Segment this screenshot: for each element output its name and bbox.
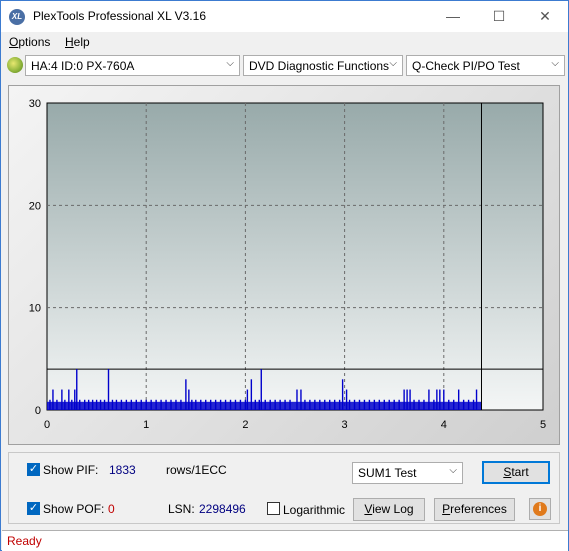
window-title: PlexTools Professional XL V3.16: [33, 9, 206, 23]
menu-help-label: elp: [73, 35, 90, 49]
title-bar: XL PlexTools Professional XL V3.16 — ☐ ✕: [1, 1, 568, 32]
preferences-button[interactable]: Preferences: [434, 498, 515, 521]
x-tick-label: 3: [342, 419, 348, 431]
pif-unit-label: rows/1ECC: [166, 463, 227, 477]
app-window: XL PlexTools Professional XL V3.16 — ☐ ✕…: [0, 0, 569, 551]
menu-options[interactable]: Options: [9, 35, 50, 49]
test-select-value: Q-Check PI/PO Test: [412, 59, 520, 73]
close-button[interactable]: ✕: [522, 1, 568, 32]
pi-po-chart: 0 1 2 3 4 5 0 10 20 30: [29, 98, 546, 431]
menu-help-accel: H: [65, 35, 74, 49]
show-pof-checkbox[interactable]: ✓: [27, 502, 40, 515]
chevron-down-icon: ⌵: [449, 465, 457, 476]
preferences-accel: P: [442, 502, 451, 516]
view-log-label: iew Log: [372, 502, 414, 516]
y-tick-label: 10: [29, 303, 41, 315]
x-tick-label: 4: [441, 419, 447, 431]
info-icon: i: [533, 502, 547, 516]
logarithmic-label: Logarithmic: [283, 503, 346, 517]
minimize-button[interactable]: —: [430, 1, 476, 32]
plot-area: [46, 102, 544, 411]
drive-icon: [7, 57, 23, 73]
status-bar: Ready: [2, 530, 568, 551]
drive-select-value: HA:4 ID:0 PX-760A: [31, 59, 135, 73]
show-pif-label: Show PIF:: [43, 463, 99, 477]
x-tick-label: 1: [143, 419, 149, 431]
menu-options-label: ptions: [18, 35, 51, 49]
y-tick-label: 30: [29, 98, 41, 110]
chevron-down-icon: ⌵: [389, 58, 397, 69]
x-tick-label: 2: [242, 419, 248, 431]
y-tick-label: 0: [35, 405, 41, 417]
y-tick-label: 20: [29, 200, 41, 212]
status-text: Ready: [7, 534, 42, 548]
sum-test-select[interactable]: SUM1 Test ⌵: [352, 462, 463, 484]
view-log-button[interactable]: View Log: [353, 498, 425, 521]
menu-bar: Options Help: [1, 32, 568, 52]
drive-select[interactable]: HA:4 ID:0 PX-760A ⌵: [25, 55, 240, 76]
menu-help[interactable]: Help: [65, 35, 90, 49]
info-button[interactable]: i: [529, 498, 551, 520]
lsn-value: 2298496: [199, 502, 246, 516]
preferences-label: references: [450, 502, 507, 516]
lsn-label: LSN:: [168, 502, 195, 516]
x-tick-label: 0: [44, 419, 50, 431]
pof-value: 0: [108, 502, 115, 516]
sum-test-value: SUM1 Test: [358, 466, 417, 480]
test-select[interactable]: Q-Check PI/PO Test ⌵: [406, 55, 565, 76]
chevron-down-icon: ⌵: [226, 58, 234, 69]
maximize-button[interactable]: ☐: [476, 1, 522, 32]
function-category-select[interactable]: DVD Diagnostic Functions ⌵: [243, 55, 403, 76]
show-pif-checkbox[interactable]: ✓: [27, 463, 40, 476]
toolbar: HA:4 ID:0 PX-760A ⌵ DVD Diagnostic Funct…: [1, 53, 568, 79]
chevron-down-icon: ⌵: [551, 58, 559, 69]
start-button[interactable]: Start: [482, 461, 550, 484]
pif-value: 1833: [109, 463, 136, 477]
logarithmic-checkbox[interactable]: [267, 502, 280, 515]
function-category-value: DVD Diagnostic Functions: [249, 59, 390, 73]
start-label: tart: [511, 465, 529, 479]
chart-panel: 0 1 2 3 4 5 0 10 20 30: [8, 85, 560, 445]
show-pof-label: Show POF:: [43, 502, 105, 516]
app-logo-icon: XL: [9, 9, 25, 25]
x-tick-label: 5: [540, 419, 546, 431]
menu-options-accel: O: [9, 35, 19, 49]
